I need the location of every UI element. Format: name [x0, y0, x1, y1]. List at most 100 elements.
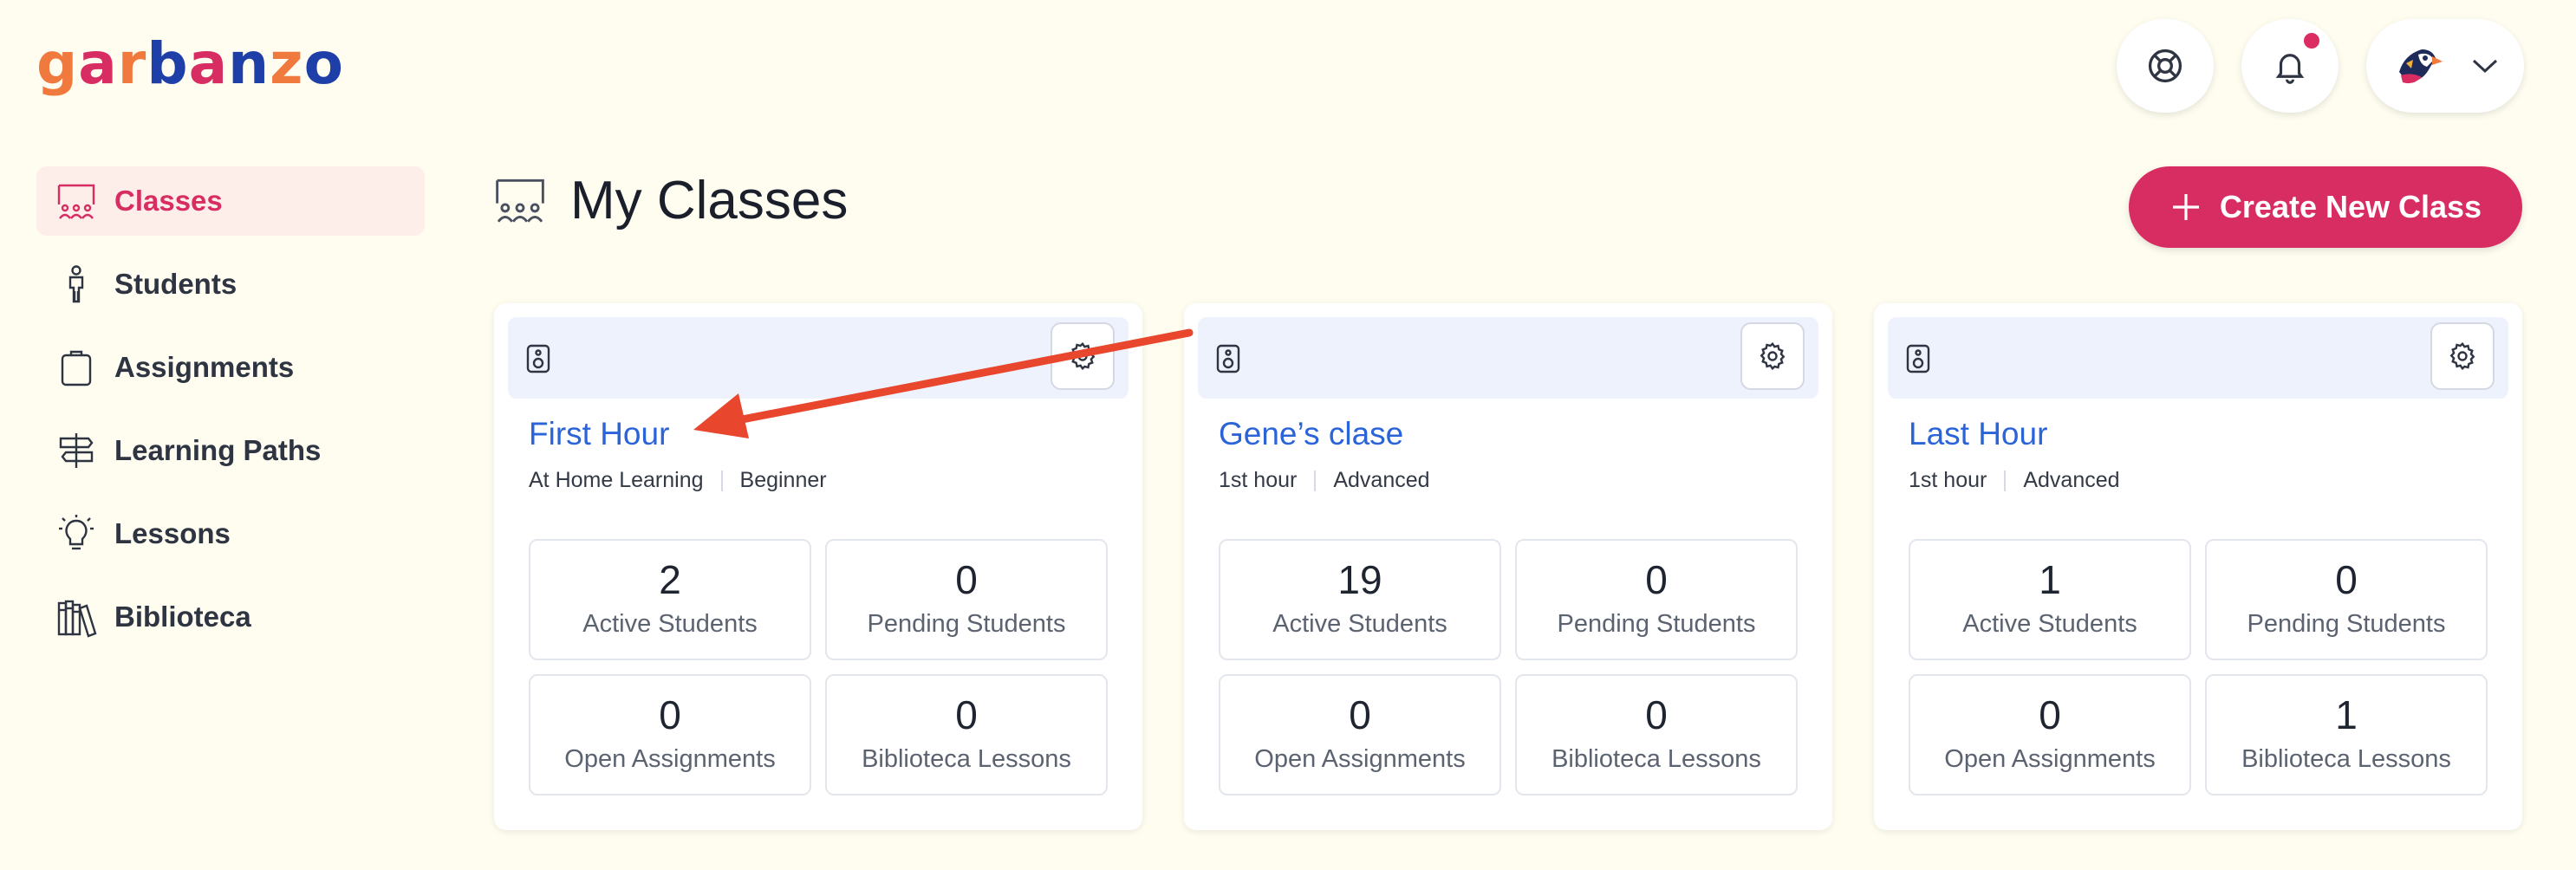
- stat-biblioteca-lessons[interactable]: 1 Biblioteca Lessons: [2205, 674, 2488, 795]
- sidebar-item-label: Biblioteca: [114, 601, 251, 633]
- page-header: My Classes: [492, 170, 848, 231]
- sidebar-item-biblioteca[interactable]: Biblioteca: [36, 582, 425, 652]
- gear-icon: [1070, 341, 1096, 371]
- create-new-class-label: Create New Class: [2219, 189, 2482, 224]
- signpost-icon: [59, 433, 94, 468]
- speaker-icon: [526, 344, 550, 373]
- stat-biblioteca-lessons[interactable]: 0 Biblioteca Lessons: [825, 674, 1108, 795]
- books-icon: [57, 600, 97, 638]
- sidebar-item-lessons[interactable]: Lessons: [36, 499, 425, 568]
- stat-pending-students[interactable]: 0 Pending Students: [1515, 539, 1798, 660]
- class-card: Last Hour 1st hour Advanced 1 Active Stude…: [1874, 303, 2522, 830]
- stat-value: 0: [2335, 557, 2358, 602]
- stat-pending-students[interactable]: 0 Pending Students: [2205, 539, 2488, 660]
- logo-letter: o: [303, 30, 344, 97]
- sidebar-item-classes[interactable]: Classes: [36, 166, 425, 236]
- stat-label: Pending Students: [1557, 610, 1756, 638]
- class-title-link[interactable]: Gene’s clase: [1219, 416, 1403, 452]
- student-icon: [68, 265, 84, 303]
- class-card-header: [508, 317, 1129, 399]
- stat-biblioteca-lessons[interactable]: 0 Biblioteca Lessons: [1515, 674, 1798, 795]
- stat-value: 0: [1645, 692, 1668, 737]
- stat-value: 2: [659, 557, 681, 602]
- gear-icon: [2449, 341, 2475, 371]
- class-card-header: [1888, 317, 2508, 399]
- class-settings-button[interactable]: [2430, 322, 2495, 390]
- stat-label: Pending Students: [2247, 610, 2446, 638]
- notification-dot: [2304, 33, 2319, 49]
- meta-divider: [1314, 470, 1317, 491]
- stat-pending-students[interactable]: 0 Pending Students: [825, 539, 1108, 660]
- logo-letter: r: [117, 30, 147, 97]
- stat-label: Pending Students: [867, 610, 1066, 638]
- sidebar-item-label: Students: [114, 268, 237, 300]
- stat-value: 0: [955, 692, 978, 737]
- sidebar-item-label: Lessons: [114, 517, 231, 549]
- class-card: Gene’s clase 1st hour Advanced 19 Active S…: [1184, 303, 1832, 830]
- speaker-icon: [1906, 344, 1930, 373]
- sidebar-item-assignments[interactable]: Assignments: [36, 333, 425, 402]
- sidebar-item-label: Classes: [114, 185, 223, 217]
- class-level: Advanced: [2023, 468, 2120, 492]
- sidebar-item-learning-paths[interactable]: Learning Paths: [36, 416, 425, 485]
- stat-open-assignments[interactable]: 0 Open Assignments: [1219, 674, 1501, 795]
- stat-value: 0: [659, 692, 681, 737]
- class-level: Beginner: [739, 468, 827, 492]
- stat-active-students[interactable]: 2 Active Students: [529, 539, 811, 660]
- lightbulb-icon: [59, 515, 94, 550]
- class-meta: 1st hour Advanced: [1909, 468, 2120, 493]
- logo-letter: a: [188, 30, 229, 97]
- stat-value: 19: [1337, 557, 1382, 602]
- class-program: 1st hour: [1909, 468, 1987, 492]
- stat-label: Active Students: [1962, 610, 2137, 638]
- class-program: 1st hour: [1219, 468, 1298, 492]
- sidebar: Classes Students Assignments Learning Pa…: [36, 166, 425, 665]
- speaker-icon: [1216, 344, 1240, 373]
- help-button[interactable]: [2117, 19, 2214, 113]
- notifications-button[interactable]: [2241, 19, 2339, 113]
- stat-label: Biblioteca Lessons: [862, 745, 1071, 773]
- stat-label: Open Assignments: [1254, 745, 1466, 773]
- stat-label: Active Students: [582, 610, 758, 638]
- stat-value: 0: [955, 557, 978, 602]
- create-new-class-button[interactable]: Create New Class: [2129, 166, 2522, 248]
- stat-label: Active Students: [1272, 610, 1447, 638]
- class-title-link[interactable]: Last Hour: [1909, 416, 2047, 452]
- stat-value: 1: [2335, 692, 2358, 737]
- class-meta: At Home Learning Beginner: [529, 468, 827, 493]
- clipboard-icon: [61, 350, 92, 386]
- stat-active-students[interactable]: 1 Active Students: [1909, 539, 2191, 660]
- stat-value: 0: [1349, 692, 1371, 737]
- class-card: First Hour At Home Learning Beginner 2 Act…: [494, 303, 1142, 830]
- meta-divider: [720, 470, 723, 491]
- classroom-icon: [496, 179, 544, 223]
- stat-value: 0: [2039, 692, 2061, 737]
- classroom-icon: [57, 184, 95, 219]
- meta-divider: [2004, 470, 2007, 491]
- logo-letter: b: [146, 30, 189, 97]
- stat-active-students[interactable]: 19 Active Students: [1219, 539, 1501, 660]
- bell-icon: [2275, 54, 2305, 84]
- logo-letter: n: [228, 30, 270, 97]
- stat-label: Open Assignments: [564, 745, 776, 773]
- stat-open-assignments[interactable]: 0 Open Assignments: [1909, 674, 2191, 795]
- class-settings-button[interactable]: [1740, 322, 1805, 390]
- garbanzo-logo[interactable]: garbanzo: [36, 29, 344, 99]
- sidebar-item-students[interactable]: Students: [36, 250, 425, 319]
- sidebar-item-label: Assignments: [114, 351, 295, 383]
- logo-letter: a: [78, 30, 118, 97]
- stat-open-assignments[interactable]: 0 Open Assignments: [529, 674, 811, 795]
- logo-letter: z: [270, 30, 304, 97]
- stat-label: Open Assignments: [1944, 745, 2156, 773]
- class-title-link[interactable]: First Hour: [529, 416, 669, 452]
- stat-value: 1: [2039, 557, 2061, 602]
- class-program: At Home Learning: [529, 468, 704, 492]
- sidebar-item-label: Learning Paths: [114, 434, 322, 466]
- stat-label: Biblioteca Lessons: [1551, 745, 1761, 773]
- stat-label: Biblioteca Lessons: [2241, 745, 2451, 773]
- class-settings-button[interactable]: [1051, 322, 1115, 390]
- plus-icon: [2172, 194, 2199, 220]
- profile-menu-button[interactable]: [2366, 19, 2524, 113]
- logo-letter: g: [36, 30, 79, 97]
- lifebuoy-icon: [2148, 49, 2182, 83]
